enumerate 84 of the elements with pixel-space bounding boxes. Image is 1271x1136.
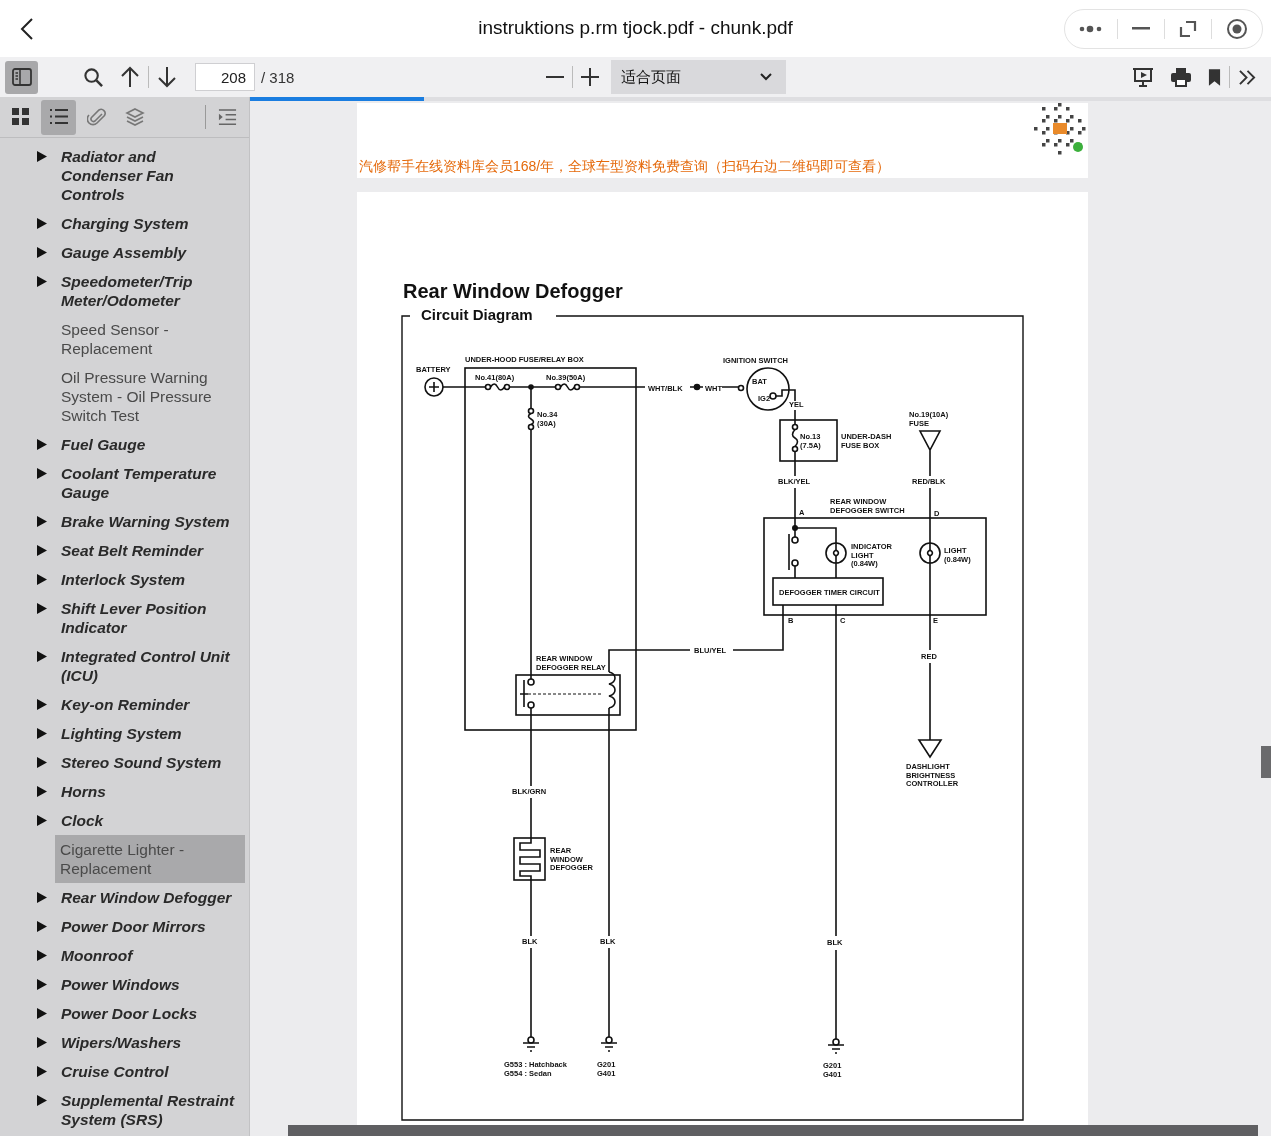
- outline-item[interactable]: Charging System: [0, 209, 249, 238]
- expand-arrow-icon[interactable]: [37, 1066, 47, 1077]
- expand-arrow-icon[interactable]: [37, 516, 47, 527]
- page-count: / 318: [261, 68, 295, 86]
- outline-item[interactable]: Interlock System: [0, 565, 249, 594]
- expand-arrow-icon[interactable]: [37, 921, 47, 932]
- expand-arrow-icon[interactable]: [37, 247, 47, 258]
- more-icon[interactable]: [1079, 24, 1103, 33]
- expand-arrow-icon[interactable]: [37, 786, 47, 797]
- outline-item[interactable]: Stereo Sound System: [0, 748, 249, 777]
- expand-arrow-icon[interactable]: [37, 276, 47, 287]
- outline-item[interactable]: Coolant Temperature Gauge: [0, 459, 249, 507]
- diagram-subtitle: Circuit Diagram: [421, 306, 533, 323]
- outline-item[interactable]: Rear Window Defogger: [0, 883, 249, 912]
- sidebar-toggle-button[interactable]: [5, 60, 38, 94]
- expand-arrow-icon[interactable]: [37, 151, 47, 162]
- caret-icon: [760, 73, 773, 81]
- expand-arrow-icon[interactable]: [37, 699, 47, 710]
- expand-arrow-icon[interactable]: [37, 1037, 47, 1048]
- scrollbar-thumb[interactable]: [1261, 746, 1271, 778]
- expand-arrow-icon[interactable]: [37, 892, 47, 903]
- expand-arrow-icon[interactable]: [37, 950, 47, 961]
- paperclip-icon: [86, 107, 107, 127]
- outline-tab[interactable]: [41, 99, 76, 135]
- outline-item[interactable]: Brake Warning System: [0, 507, 249, 536]
- outline-item[interactable]: Integrated Control Unit (ICU): [0, 642, 249, 690]
- outline-item[interactable]: Moonroof: [0, 941, 249, 970]
- back-icon[interactable]: [20, 17, 34, 40]
- minimize-icon[interactable]: [1132, 27, 1150, 30]
- expand-arrow-icon[interactable]: [37, 1008, 47, 1019]
- outline-options-icon[interactable]: [218, 107, 237, 127]
- presentation-icon[interactable]: [1132, 67, 1154, 87]
- outline-item[interactable]: Fuel Gauge: [0, 430, 249, 459]
- zoom-dropdown[interactable]: 适合页面: [611, 60, 787, 94]
- outline-item[interactable]: Wipers/Washers: [0, 1028, 249, 1057]
- arrow-down-icon[interactable]: [157, 66, 177, 88]
- expand-arrow-icon[interactable]: [37, 728, 47, 739]
- outline-item[interactable]: Gauge Assembly: [0, 238, 249, 267]
- outline-item[interactable]: Lighting System: [0, 719, 249, 748]
- print-icon[interactable]: [1170, 67, 1192, 87]
- outline-item[interactable]: Power Door Locks: [0, 999, 249, 1028]
- page-number-field[interactable]: 208: [195, 63, 255, 91]
- expand-arrow-icon[interactable]: [37, 815, 47, 826]
- layers-icon: [124, 107, 145, 127]
- restore-icon[interactable]: [1179, 19, 1197, 38]
- outline-item[interactable]: Radiator and Condenser Fan Controls: [0, 142, 249, 209]
- outline-item[interactable]: Cigarette Lighter - Replacement: [55, 835, 245, 883]
- expand-arrow-icon[interactable]: [37, 651, 47, 662]
- expand-arrow-icon[interactable]: [37, 439, 47, 450]
- outline-item[interactable]: Key-on Reminder: [0, 690, 249, 719]
- outline-item[interactable]: Speed Sensor - Replacement: [0, 315, 249, 363]
- expand-arrow-icon[interactable]: [37, 468, 47, 479]
- outline-item[interactable]: Clock: [0, 806, 249, 835]
- expand-arrow-icon[interactable]: [37, 574, 47, 585]
- zoom-out-icon[interactable]: [546, 75, 565, 79]
- outline-item[interactable]: Shift Lever Position Indicator: [0, 594, 249, 642]
- grid-icon: [10, 107, 31, 127]
- expand-arrow-icon[interactable]: [37, 757, 47, 768]
- expand-arrow-icon[interactable]: [37, 603, 47, 614]
- arrow-up-icon[interactable]: [120, 66, 140, 88]
- sidebar-panel-icon: [11, 68, 32, 86]
- outline-item[interactable]: Cruise Control: [0, 1057, 249, 1086]
- qr-code-icon: [1034, 103, 1086, 155]
- bookmark-icon[interactable]: [1208, 67, 1221, 87]
- window-title: instruktions p.rm tjock.pdf - chunk.pdf: [478, 17, 793, 39]
- outline-item[interactable]: Power Door Mirrors: [0, 912, 249, 941]
- diagram-title: Rear Window Defogger: [403, 280, 623, 302]
- banner-text: 汽修帮手在线资料库会员168/年，全球车型资料免费查询（扫码右边二维码即可查看）: [359, 158, 891, 176]
- search-icon[interactable]: [83, 66, 104, 88]
- expand-arrow-icon[interactable]: [37, 1095, 47, 1106]
- horizontal-scrollbar[interactable]: [288, 1125, 1258, 1136]
- outline-item[interactable]: Seat Belt Reminder: [0, 536, 249, 565]
- expand-arrow-icon[interactable]: [37, 218, 47, 229]
- outline-item[interactable]: Oil Pressure Warning System - Oil Pressure Switch Test: [0, 363, 249, 430]
- expand-arrow-icon[interactable]: [37, 545, 47, 556]
- outline-item[interactable]: Speedometer/Trip Meter/Odometer: [0, 267, 249, 315]
- list-icon: [48, 107, 69, 127]
- expand-arrow-icon[interactable]: [37, 979, 47, 990]
- outline-item[interactable]: Power Windows: [0, 970, 249, 999]
- outline-item[interactable]: Horns: [0, 777, 249, 806]
- double-chevron-icon[interactable]: [1238, 68, 1257, 86]
- target-icon[interactable]: [1226, 17, 1248, 40]
- zoom-in-icon[interactable]: [581, 68, 600, 86]
- outline-item[interactable]: Supplemental Restraint System (SRS): [0, 1086, 249, 1134]
